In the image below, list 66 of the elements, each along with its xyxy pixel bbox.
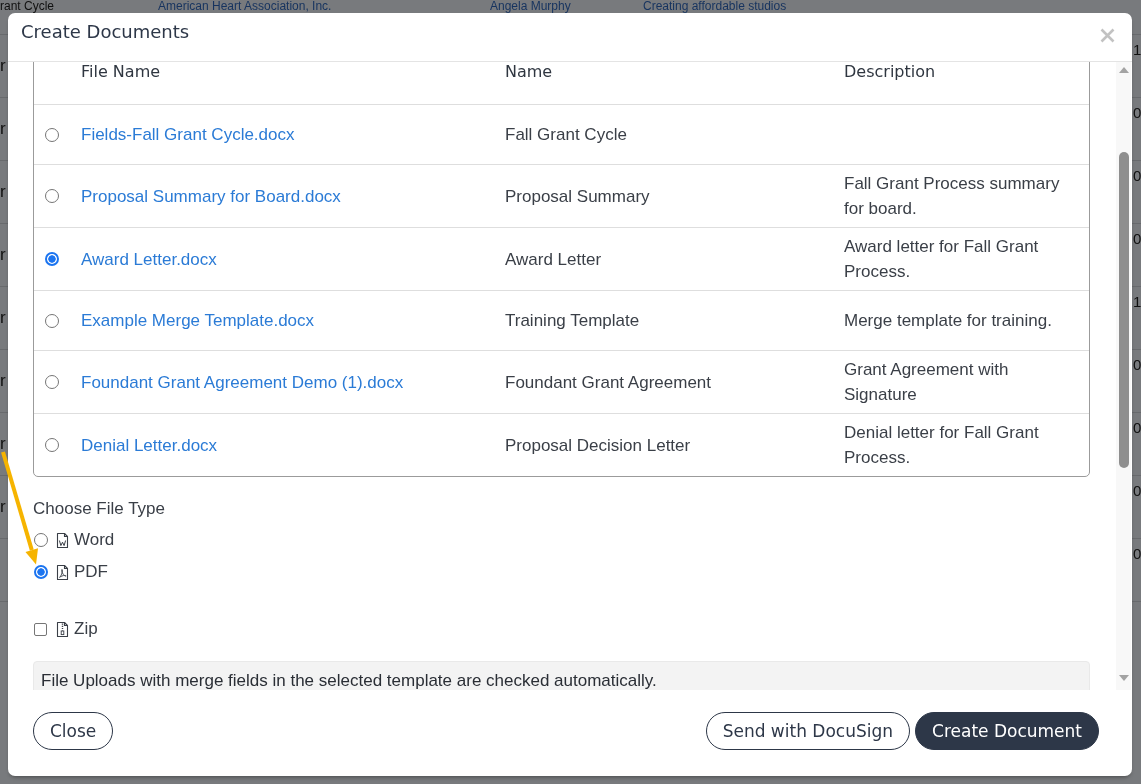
radio-button[interactable] (44, 438, 59, 452)
template-name: Training Template (505, 310, 640, 332)
zip-file-icon (56, 620, 69, 638)
info-message: File Uploads with merge fields in the selected template are checked automatically. (33, 661, 1090, 690)
template-name: Proposal Decision Letter (505, 434, 691, 457)
template-description: Award letter for Fall Grant Process. (844, 236, 1040, 283)
radio-button[interactable] (44, 252, 59, 266)
table-cell: r (0, 497, 6, 516)
table-link[interactable]: Angela Murphy (490, 0, 571, 13)
column-header: Description (844, 62, 936, 81)
template-name: Fall Grant Cycle (505, 124, 627, 146)
table-cell: r (0, 371, 6, 390)
scroll-up-icon[interactable] (1118, 67, 1129, 73)
radio-button[interactable] (44, 313, 59, 328)
option-label: Word (74, 529, 115, 551)
template-description: Denial letter for Fall Grant Process. (844, 422, 1040, 469)
table-cell: r (0, 119, 6, 138)
table-cell: 1 (1133, 293, 1141, 310)
column-header: File Name (81, 62, 161, 81)
template-name: Proposal Summary (505, 185, 650, 208)
file-link[interactable]: Fields-Fall Grant Cycle.docx (81, 125, 295, 144)
file-link[interactable]: Award Letter.docx (81, 249, 217, 269)
table-cell: 0 (1133, 104, 1141, 121)
file-link[interactable]: Denial Letter.docx (81, 435, 218, 455)
table-cell: r (0, 182, 6, 201)
table-cell: 0 (1133, 356, 1141, 373)
table-cell: 1 (1133, 41, 1141, 58)
table-cell: 0 (1133, 482, 1141, 499)
table-cell: rant Cycle (0, 0, 55, 13)
column-header: Name (505, 62, 553, 81)
table-link[interactable]: Creating affordable studios (643, 0, 787, 13)
dialog-title: Create Documents (21, 21, 190, 43)
option-label: PDF (74, 561, 108, 583)
file-link[interactable]: Example Merge Template.docx (81, 311, 315, 330)
radio-button[interactable] (44, 375, 59, 389)
send-with-docusign-button[interactable]: Send with DocuSign (705, 712, 911, 750)
radio-button[interactable] (44, 189, 59, 203)
radio-button[interactable] (44, 127, 59, 142)
table-cell: 0 (1133, 419, 1141, 436)
table-cell: r (0, 434, 6, 453)
file-link[interactable]: Proposal Summary for Board.docx (81, 186, 341, 206)
pdf-file-icon (56, 563, 69, 581)
template-name: Foundant Grant Agreement (505, 371, 712, 394)
table-cell: r (0, 308, 6, 327)
checkbox[interactable] (34, 622, 47, 636)
create-document-button[interactable]: Create Document (915, 712, 1099, 750)
table-cell: 0 (1133, 230, 1141, 247)
table-link[interactable]: American Heart Association, Inc. (158, 0, 332, 13)
option-label: Zip (74, 618, 98, 640)
radio-button[interactable] (34, 565, 48, 579)
file-type-label: Choose File Type (33, 498, 165, 520)
scrollbar-thumb[interactable] (1118, 152, 1129, 468)
word-file-icon (56, 531, 69, 549)
radio-button[interactable] (34, 533, 48, 547)
table-cell: r (0, 56, 6, 75)
table-cell: 0 (1133, 167, 1141, 184)
close-icon (1100, 28, 1115, 43)
close-button[interactable]: Close (33, 712, 114, 750)
table-cell: r (0, 245, 6, 264)
template-description: Fall Grant Process summary for board. (844, 173, 1061, 220)
template-description: Merge template for training. (844, 310, 1052, 332)
file-link[interactable]: Foundant Grant Agreement Demo (1).docx (81, 372, 404, 392)
template-description: Grant Agreement with Signature (844, 359, 1010, 406)
scroll-down-icon[interactable] (1118, 675, 1129, 681)
template-name: Award Letter (505, 248, 602, 271)
table-cell: 0 (1133, 545, 1141, 562)
